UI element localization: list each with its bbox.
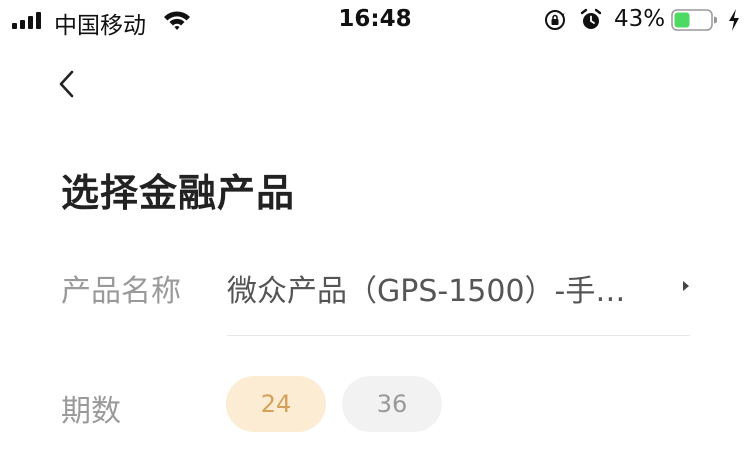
- screen: 中国移动 16:48 43% 选择金融产品 产品名称 微众产品（GPS-1500…: [0, 0, 750, 459]
- page-title: 选择金融产品: [61, 171, 296, 215]
- status-bar: 中国移动 16:48 43%: [0, 0, 750, 42]
- product-name-label: 产品名称: [61, 274, 181, 309]
- term-option-36[interactable]: 36: [342, 376, 442, 432]
- caret-right-icon: [683, 281, 689, 291]
- term-option-24[interactable]: 24: [226, 376, 326, 432]
- rotation-lock-icon: [545, 10, 565, 30]
- charging-icon: [729, 9, 739, 31]
- divider: [227, 335, 690, 336]
- alarm-icon: [580, 8, 602, 29]
- product-name-value: 微众产品（GPS-1500）-手…: [227, 274, 626, 309]
- battery-percentage: 43%: [614, 6, 666, 32]
- term-label: 期数: [61, 394, 121, 429]
- battery-icon: [671, 9, 717, 31]
- back-button[interactable]: [52, 64, 84, 104]
